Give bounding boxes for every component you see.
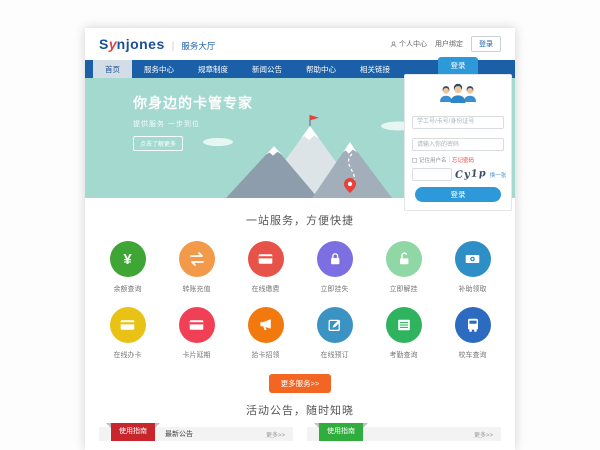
account-input[interactable] (412, 116, 504, 129)
personal-center-link[interactable]: 个人中心 (390, 39, 427, 49)
captcha-image: Cy1p (455, 168, 487, 181)
nav-item-service-center[interactable]: 服务中心 (132, 60, 186, 78)
service-unfreeze[interactable]: 立即解挂 (372, 241, 436, 294)
lock-icon (327, 251, 343, 267)
bank-card-icon (257, 251, 274, 267)
services-section: 一站服务，方便快捷 ¥ 余额查询 转账充值 在线缴费 (85, 198, 515, 393)
notices-title: 活动公告，随时知晓 (85, 402, 515, 418)
service-attendance[interactable]: 考勤查询 (372, 307, 436, 360)
list-icon (396, 317, 412, 333)
megaphone-icon (258, 317, 274, 333)
nav-item-links[interactable]: 相关链接 (348, 60, 402, 78)
more-services-button[interactable]: 更多服务>> (269, 374, 332, 393)
service-report-loss[interactable]: 立即挂失 (303, 241, 367, 294)
users-group-icon (437, 81, 479, 105)
user-binding-link[interactable]: 用户绑定 (435, 39, 463, 49)
remember-row: 记住用户名 | 忘记密码 (412, 156, 504, 164)
captcha-row: Cy1p 换一张 (412, 168, 504, 181)
notice-columns: 使用指南 最新公告 更多>> 使用指南 更多>> (85, 427, 515, 441)
login-submit-button[interactable]: 登录 (415, 187, 501, 202)
captcha-input[interactable] (412, 168, 452, 181)
top-bar: Synjones | 服务大厅 个人中心 用户绑定 登录 (85, 28, 515, 60)
right-more-link[interactable]: 更多>> (474, 430, 493, 439)
hero-banner: 你身边的卡管专家 提供服务 一步到位 点击了解更多 登录 记住用户名 | 忘记密 (85, 78, 515, 198)
services-title: 一站服务，方便快捷 (85, 212, 515, 228)
captcha-refresh-link[interactable]: 换一张 (490, 171, 507, 179)
edit-icon (327, 317, 343, 333)
notices-section: 活动公告，随时知晓 使用指南 最新公告 更多>> 使用指南 更多>> (85, 402, 515, 441)
notice-right-header: 使用指南 更多>> (307, 427, 501, 441)
login-tab[interactable]: 登录 (438, 57, 478, 74)
top-login-button[interactable]: 登录 (471, 36, 501, 52)
logo-lightning-icon: y (109, 36, 117, 52)
nav-item-help-center[interactable]: 帮助中心 (294, 60, 348, 78)
services-row-2: 在线办卡 卡片延期 拾卡招领 在线预订 (85, 307, 515, 360)
service-pay-online[interactable]: 在线缴费 (234, 241, 298, 294)
bank-card-icon (119, 317, 136, 333)
person-icon (390, 41, 397, 48)
logo[interactable]: Synjones | 服务大厅 (99, 36, 215, 52)
login-card: 登录 记住用户名 | 忘记密码 Cy1p 换一张 (404, 57, 512, 211)
service-school-bus[interactable]: 校车查询 (441, 307, 505, 360)
password-input[interactable] (412, 138, 504, 151)
yen-icon: ¥ (123, 251, 131, 268)
service-card-renewal[interactable]: 卡片延期 (165, 307, 229, 360)
latest-announcements-label: 最新公告 (165, 429, 193, 439)
notice-column-left: 使用指南 最新公告 更多>> (99, 427, 293, 441)
login-panel: 记住用户名 | 忘记密码 Cy1p 换一张 登录 (404, 74, 512, 211)
hero-subtitle: 提供服务 一步到位 (133, 119, 253, 129)
remember-checkbox[interactable] (412, 158, 417, 163)
service-transfer[interactable]: 转账充值 (165, 241, 229, 294)
page: Synjones | 服务大厅 个人中心 用户绑定 登录 首页 服务中心 规章制… (85, 28, 515, 450)
remember-label: 记住用户名 (419, 156, 447, 164)
banknote-icon (464, 251, 481, 267)
services-row-1: ¥ 余额查询 转账充值 在线缴费 立即挂失 (85, 241, 515, 294)
nav-item-rules[interactable]: 规章制度 (186, 60, 240, 78)
logo-text: S (99, 36, 109, 52)
forgot-password-link[interactable]: 忘记密码 (452, 156, 474, 164)
logo-tagline: 服务大厅 (181, 40, 215, 52)
hero-cta-button[interactable]: 点击了解更多 (133, 136, 183, 151)
service-apply-card[interactable]: 在线办卡 (96, 307, 160, 360)
bank-card-icon (188, 317, 205, 333)
service-online-booking[interactable]: 在线预订 (303, 307, 367, 360)
notice-left-header: 使用指南 最新公告 更多>> (99, 427, 293, 441)
logo-divider: | (172, 41, 175, 52)
nav-item-news[interactable]: 新闻公告 (240, 60, 294, 78)
unlock-icon (396, 251, 412, 267)
service-balance[interactable]: ¥ 余额查询 (96, 241, 160, 294)
service-found-card[interactable]: 拾卡招领 (234, 307, 298, 360)
bus-icon (465, 317, 481, 333)
left-tab-guide[interactable]: 使用指南 (111, 423, 155, 441)
nav-item-home[interactable]: 首页 (93, 60, 132, 78)
notice-column-right: 使用指南 更多>> (307, 427, 501, 441)
hero-text: 你身边的卡管专家 提供服务 一步到位 点击了解更多 (133, 93, 253, 151)
topbar-right: 个人中心 用户绑定 登录 (390, 36, 501, 52)
right-tab-guide[interactable]: 使用指南 (319, 423, 363, 441)
left-more-link[interactable]: 更多>> (266, 430, 285, 439)
transfer-arrows-icon (188, 251, 206, 267)
hero-title: 你身边的卡管专家 (133, 93, 253, 113)
service-subsidy[interactable]: 补助领取 (441, 241, 505, 294)
